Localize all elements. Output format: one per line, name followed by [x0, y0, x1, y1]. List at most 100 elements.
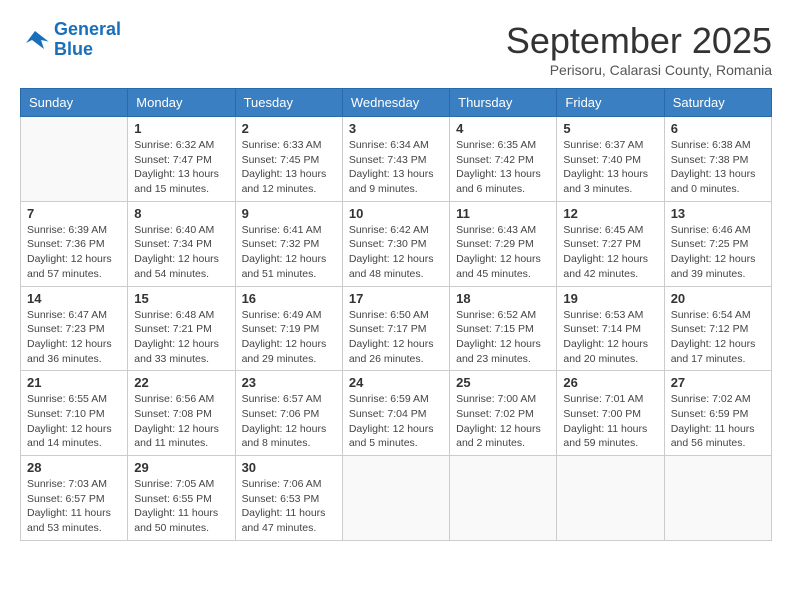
calendar-cell: 5 Sunrise: 6:37 AMSunset: 7:40 PMDaylight…: [557, 117, 664, 202]
day-number: 26: [563, 375, 657, 390]
day-number: 29: [134, 460, 228, 475]
column-header-thursday: Thursday: [450, 89, 557, 117]
day-number: 2: [242, 121, 336, 136]
day-info: Sunrise: 6:49 AMSunset: 7:19 PMDaylight:…: [242, 308, 336, 367]
column-header-saturday: Saturday: [664, 89, 771, 117]
calendar-cell: 28Sunrise: 7:03 AMSunset: 6:57 PMDayligh…: [21, 456, 128, 541]
calendar-cell: 24Sunrise: 6:59 AMSunset: 7:04 PMDayligh…: [342, 371, 449, 456]
logo-icon: [20, 25, 50, 55]
day-number: 20: [671, 291, 765, 306]
calendar-cell: 17 Sunrise: 6:50 AMSunset: 7:17 PMDayligh…: [342, 286, 449, 371]
calendar-cell: [342, 456, 449, 541]
logo: General Blue: [20, 20, 121, 60]
day-info: Sunrise: 6:45 AMSunset: 7:27 PMDaylight:…: [563, 223, 657, 282]
calendar-cell: 13 Sunrise: 6:46 AMSunset: 7:25 PMDayligh…: [664, 201, 771, 286]
calendar-cell: 14 Sunrise: 6:47 AMSunset: 7:23 PMDayligh…: [21, 286, 128, 371]
day-number: 9: [242, 206, 336, 221]
day-number: 18: [456, 291, 550, 306]
calendar-cell: 19 Sunrise: 6:53 AMSunset: 7:14 PMDayligh…: [557, 286, 664, 371]
calendar-cell: 1Sunrise: 6:32 AMSunset: 7:47 PMDaylight…: [128, 117, 235, 202]
day-info: Sunrise: 6:32 AMSunset: 7:47 PMDaylight:…: [134, 138, 228, 197]
calendar-cell: 29 Sunrise: 7:05 AMSunset: 6:55 PMDayligh…: [128, 456, 235, 541]
day-number: 27: [671, 375, 765, 390]
day-number: 28: [27, 460, 121, 475]
calendar-cell: 21 Sunrise: 6:55 AMSunset: 7:10 PMDayligh…: [21, 371, 128, 456]
day-info: Sunrise: 6:35 AMSunset: 7:42 PMDaylight:…: [456, 138, 550, 197]
month-title: September 2025: [506, 20, 772, 62]
calendar-cell: [21, 117, 128, 202]
day-info: Sunrise: 6:42 AMSunset: 7:30 PMDaylight:…: [349, 223, 443, 282]
calendar-cell: 20 Sunrise: 6:54 AMSunset: 7:12 PMDayligh…: [664, 286, 771, 371]
calendar-cell: 7 Sunrise: 6:39 AMSunset: 7:36 PMDaylight…: [21, 201, 128, 286]
calendar-cell: 25Sunrise: 7:00 AMSunset: 7:02 PMDayligh…: [450, 371, 557, 456]
day-number: 25: [456, 375, 550, 390]
calendar-cell: 26 Sunrise: 7:01 AMSunset: 7:00 PMDayligh…: [557, 371, 664, 456]
day-number: 7: [27, 206, 121, 221]
day-number: 11: [456, 206, 550, 221]
day-number: 22: [134, 375, 228, 390]
day-number: 13: [671, 206, 765, 221]
calendar-cell: 2 Sunrise: 6:33 AMSunset: 7:45 PMDaylight…: [235, 117, 342, 202]
calendar-cell: [664, 456, 771, 541]
day-info: Sunrise: 6:50 AMSunset: 7:17 PMDaylight:…: [349, 308, 443, 367]
day-info: Sunrise: 6:53 AMSunset: 7:14 PMDaylight:…: [563, 308, 657, 367]
day-info: Sunrise: 6:52 AMSunset: 7:15 PMDaylight:…: [456, 308, 550, 367]
calendar-week-row: 28Sunrise: 7:03 AMSunset: 6:57 PMDayligh…: [21, 456, 772, 541]
day-info: Sunrise: 6:33 AMSunset: 7:45 PMDaylight:…: [242, 138, 336, 197]
day-info: Sunrise: 7:02 AMSunset: 6:59 PMDaylight:…: [671, 392, 765, 451]
calendar-header-row: SundayMondayTuesdayWednesdayThursdayFrid…: [21, 89, 772, 117]
column-header-monday: Monday: [128, 89, 235, 117]
calendar-cell: 6 Sunrise: 6:38 AMSunset: 7:38 PMDaylight…: [664, 117, 771, 202]
day-info: Sunrise: 6:54 AMSunset: 7:12 PMDaylight:…: [671, 308, 765, 367]
calendar-week-row: 21 Sunrise: 6:55 AMSunset: 7:10 PMDayligh…: [21, 371, 772, 456]
day-info: Sunrise: 6:39 AMSunset: 7:36 PMDaylight:…: [27, 223, 121, 282]
logo-text: General Blue: [54, 20, 121, 60]
day-number: 6: [671, 121, 765, 136]
calendar-cell: [450, 456, 557, 541]
day-info: Sunrise: 6:43 AMSunset: 7:29 PMDaylight:…: [456, 223, 550, 282]
calendar-cell: 11 Sunrise: 6:43 AMSunset: 7:29 PMDayligh…: [450, 201, 557, 286]
day-info: Sunrise: 6:47 AMSunset: 7:23 PMDaylight:…: [27, 308, 121, 367]
calendar-table: SundayMondayTuesdayWednesdayThursdayFrid…: [20, 88, 772, 541]
calendar-cell: 16 Sunrise: 6:49 AMSunset: 7:19 PMDayligh…: [235, 286, 342, 371]
day-number: 12: [563, 206, 657, 221]
calendar-week-row: 7 Sunrise: 6:39 AMSunset: 7:36 PMDaylight…: [21, 201, 772, 286]
day-info: Sunrise: 6:37 AMSunset: 7:40 PMDaylight:…: [563, 138, 657, 197]
title-area: September 2025 Perisoru, Calarasi County…: [506, 20, 772, 78]
calendar-cell: 9 Sunrise: 6:41 AMSunset: 7:32 PMDaylight…: [235, 201, 342, 286]
day-number: 3: [349, 121, 443, 136]
day-number: 16: [242, 291, 336, 306]
day-number: 19: [563, 291, 657, 306]
day-info: Sunrise: 6:46 AMSunset: 7:25 PMDaylight:…: [671, 223, 765, 282]
calendar-cell: 15 Sunrise: 6:48 AMSunset: 7:21 PMDayligh…: [128, 286, 235, 371]
calendar-cell: 4Sunrise: 6:35 AMSunset: 7:42 PMDaylight…: [450, 117, 557, 202]
calendar-week-row: 1Sunrise: 6:32 AMSunset: 7:47 PMDaylight…: [21, 117, 772, 202]
day-number: 17: [349, 291, 443, 306]
column-header-tuesday: Tuesday: [235, 89, 342, 117]
day-info: Sunrise: 6:41 AMSunset: 7:32 PMDaylight:…: [242, 223, 336, 282]
header: General Blue September 2025 Perisoru, Ca…: [20, 20, 772, 78]
day-number: 5: [563, 121, 657, 136]
day-info: Sunrise: 7:01 AMSunset: 7:00 PMDaylight:…: [563, 392, 657, 451]
column-header-friday: Friday: [557, 89, 664, 117]
day-info: Sunrise: 6:55 AMSunset: 7:10 PMDaylight:…: [27, 392, 121, 451]
day-info: Sunrise: 7:05 AMSunset: 6:55 PMDaylight:…: [134, 477, 228, 536]
day-info: Sunrise: 6:48 AMSunset: 7:21 PMDaylight:…: [134, 308, 228, 367]
day-number: 15: [134, 291, 228, 306]
day-info: Sunrise: 6:56 AMSunset: 7:08 PMDaylight:…: [134, 392, 228, 451]
day-number: 10: [349, 206, 443, 221]
day-number: 23: [242, 375, 336, 390]
calendar-cell: 12 Sunrise: 6:45 AMSunset: 7:27 PMDayligh…: [557, 201, 664, 286]
calendar-cell: [557, 456, 664, 541]
day-number: 24: [349, 375, 443, 390]
day-info: Sunrise: 6:40 AMSunset: 7:34 PMDaylight:…: [134, 223, 228, 282]
column-header-sunday: Sunday: [21, 89, 128, 117]
day-number: 8: [134, 206, 228, 221]
calendar-cell: 23Sunrise: 6:57 AMSunset: 7:06 PMDayligh…: [235, 371, 342, 456]
day-number: 21: [27, 375, 121, 390]
calendar-cell: 30Sunrise: 7:06 AMSunset: 6:53 PMDayligh…: [235, 456, 342, 541]
calendar-cell: 8 Sunrise: 6:40 AMSunset: 7:34 PMDaylight…: [128, 201, 235, 286]
day-number: 14: [27, 291, 121, 306]
calendar-cell: 3Sunrise: 6:34 AMSunset: 7:43 PMDaylight…: [342, 117, 449, 202]
day-info: Sunrise: 6:38 AMSunset: 7:38 PMDaylight:…: [671, 138, 765, 197]
